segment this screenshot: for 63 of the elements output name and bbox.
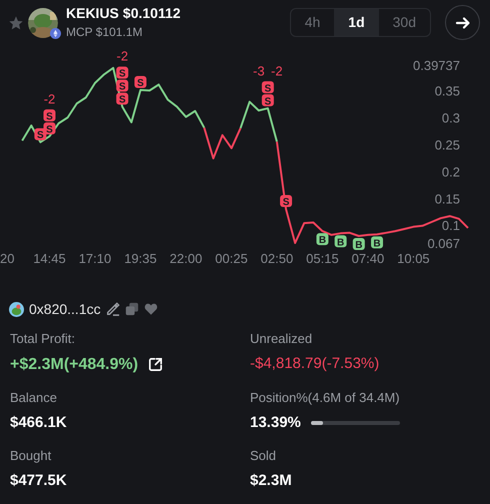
buy-marker[interactable]: B [371, 236, 384, 250]
arrow-right-icon [454, 14, 470, 30]
stat-value: +$2.3M(+484.9%) [10, 354, 138, 374]
pencil-icon[interactable] [106, 302, 120, 316]
heart-icon[interactable] [144, 302, 158, 316]
axis-tick-label: 07:40 [352, 251, 384, 266]
external-link-icon[interactable] [148, 357, 164, 372]
wallet-address[interactable]: 0x820...1cc [29, 298, 101, 320]
axis-tick-label: 0.39737 [413, 58, 460, 73]
sell-marker[interactable]: S [44, 122, 56, 136]
axis-tick-label: 20 [0, 251, 14, 266]
buy-marker[interactable]: B [352, 238, 365, 251]
stat-label: Total Profit: [10, 330, 76, 348]
stat-label: Sold [250, 447, 278, 465]
timeframe-tab[interactable]: 4h [290, 9, 334, 36]
axis-tick-label: 0.35 [434, 84, 460, 99]
stat-value: $2.3M [250, 471, 292, 492]
timeframe-tab[interactable]: 30d [378, 9, 430, 36]
token-price: $0.10112 [122, 4, 181, 22]
axis-tick-label: 10:05 [397, 251, 430, 266]
axis-tick-label: 17:10 [78, 251, 112, 266]
axis-tick-label: 19:35 [124, 251, 157, 266]
stat-label: Position%(4.6M of 34.4M) [250, 388, 401, 407]
buy-marker[interactable]: B [316, 233, 328, 246]
axis-tick-label: 22:00 [170, 251, 202, 266]
sell-marker[interactable]: S [116, 80, 128, 93]
sell-marker[interactable]: S [134, 76, 146, 89]
buy-marker[interactable]: B [334, 235, 347, 248]
sell-marker[interactable]: S [116, 92, 128, 106]
star-icon[interactable] [8, 14, 24, 30]
axis-tick-label: 0.067 [427, 236, 460, 251]
stat-label: Balance [10, 388, 58, 406]
sell-marker[interactable]: S [280, 195, 292, 208]
axis-tick-label: 05:15 [306, 251, 339, 266]
axis-tick-label: 0.15 [434, 191, 460, 206]
axis-tick-label: 0.2 [442, 164, 460, 180]
axis-tick-label: 0.25 [434, 137, 460, 152]
timeframe-tab[interactable]: 1d [334, 9, 379, 36]
trade-count-label: -3 [253, 63, 265, 78]
axis-tick-label: 00:25 [215, 251, 248, 266]
market-cap: MCP $101.1M [66, 25, 144, 40]
sell-marker[interactable]: S [262, 81, 274, 94]
axis-tick-label: 02:50 [260, 251, 294, 266]
trade-count-label: -2 [116, 48, 128, 64]
axis-tick-label: 0.1 [442, 218, 460, 234]
sell-marker[interactable]: S [262, 94, 274, 108]
axis-tick-label: 0.3 [442, 110, 460, 126]
token-name: KEKIUS [66, 4, 119, 22]
trade-count-label: -2 [44, 91, 56, 106]
axis-tick-label: 14:45 [33, 251, 66, 266]
stat-value: -$4,818.79(-7.53%) [250, 354, 380, 374]
stat-value: $477.5K [10, 471, 67, 492]
trade-count-label: -2 [271, 63, 283, 78]
copy-icon[interactable] [124, 302, 139, 316]
sell-marker[interactable]: S [116, 66, 128, 80]
forward-button[interactable] [445, 5, 480, 40]
wallet-avatar-icon [9, 302, 24, 316]
sell-marker[interactable]: S [44, 109, 56, 122]
stat-value: 13.39% [250, 412, 301, 433]
ethereum-icon [50, 28, 61, 38]
stat-label: Unrealized [250, 330, 314, 348]
stat-label: Bought [10, 447, 52, 465]
stat-value: $466.1K [10, 412, 67, 433]
